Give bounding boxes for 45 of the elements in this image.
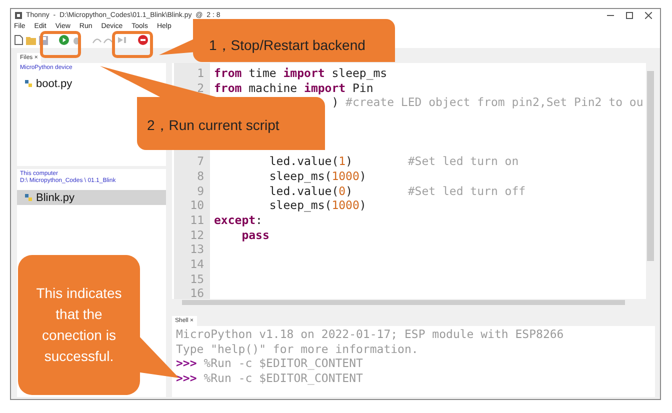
scrollbar-thumb[interactable] (182, 300, 625, 305)
shell-output: Type "help()" for more information. (176, 342, 418, 356)
line-number: 8 (197, 168, 204, 183)
step-icon[interactable] (92, 36, 114, 44)
python-file-icon (25, 80, 32, 87)
resume-icon[interactable] (117, 36, 127, 44)
shell-command: %Run -c $EDITOR_CONTENT (204, 370, 363, 385)
line-number: 9 (197, 184, 204, 198)
line-number: 16 (190, 286, 204, 300)
line-number: 7 (197, 154, 204, 168)
code-line: except: (214, 212, 262, 227)
close-icon[interactable] (645, 12, 652, 18)
line-number: 2 (197, 80, 204, 95)
code-line: ) #create LED object from pin2,Set Pin2 to ou (332, 95, 644, 110)
code-line: led.value(1) #Set led turn on (268, 154, 519, 168)
scrollbar-thumb[interactable] (647, 71, 654, 261)
line-number: 11 (190, 212, 204, 227)
new-file-icon[interactable] (14, 35, 23, 45)
callout: This indicates that the conection is successful. (18, 255, 140, 395)
line-number: 1 (197, 66, 204, 80)
code-line: sleep_ms(1000) (268, 168, 366, 183)
line-number: 14 (190, 256, 204, 271)
shell-prompt: >>> (176, 370, 197, 385)
callout: 1，Stop/Restart backend (193, 19, 395, 62)
maximize-icon[interactable] (626, 12, 633, 18)
line-number: 10 (190, 198, 204, 212)
run-icon[interactable] (59, 35, 69, 45)
code-line: led.value(0) #Set led turn off (268, 184, 526, 198)
highlight-frame (40, 31, 81, 58)
highlight-frame (112, 31, 153, 58)
line-number: 12 (190, 228, 204, 242)
shell-panel[interactable]: MicroPython v1.18 on 2022-01-17; ESP module with ESP8266 Type "help()" for more information. >>> %Run -c $EDITOR_CONTENT >>> %Run -c $EDITOR_CONTENT (172, 326, 655, 397)
shell-output: MicroPython v1.18 on 2022-01-17; ESP module with ESP8266 (176, 327, 564, 342)
tree-entry[interactable]: Blink.py (17, 190, 166, 205)
shell-prompt: >>> (176, 356, 197, 370)
code-line: pass (240, 228, 270, 242)
bug-icon[interactable] (72, 36, 81, 44)
code-line: from time import sleep_ms (214, 66, 388, 80)
python-file-icon (25, 194, 32, 201)
shell-command: %Run -c $EDITOR_CONTENT (204, 356, 363, 370)
line-number: 15 (190, 272, 204, 286)
stop-icon[interactable] (138, 35, 148, 45)
code-line: sleep_ms(1000) (268, 198, 366, 212)
code-line: from machine import Pin (214, 80, 374, 95)
line-number: 13 (190, 242, 204, 256)
